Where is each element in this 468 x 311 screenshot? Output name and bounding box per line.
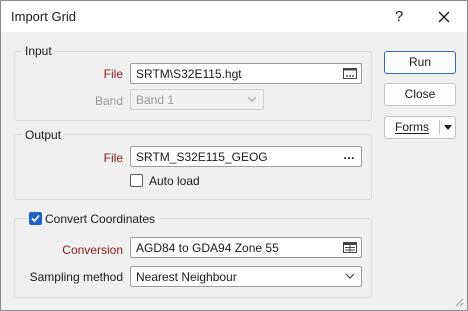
close-icon bbox=[438, 11, 450, 23]
band-value: Band 1 bbox=[136, 93, 175, 107]
sampling-method-value: Nearest Neighbour bbox=[136, 270, 237, 284]
conversion-value: AGD84 to GDA94 Zone 55 bbox=[136, 241, 279, 255]
checkmark-icon bbox=[31, 214, 40, 223]
conversion-field[interactable]: AGD84 to GDA94 Zone 55 bbox=[130, 237, 362, 258]
input-file-value: SRTM\S32E115.hgt bbox=[136, 67, 242, 81]
input-file-field[interactable]: SRTM\S32E115.hgt bbox=[130, 63, 362, 84]
input-legend: Input bbox=[22, 44, 55, 58]
input-file-label: File bbox=[103, 67, 123, 81]
run-button[interactable]: Run bbox=[384, 51, 456, 74]
output-legend: Output bbox=[22, 128, 65, 142]
title-bar: Import Grid ? bbox=[1, 1, 467, 32]
conversion-label: Conversion bbox=[62, 243, 123, 257]
import-grid-dialog: Import Grid ? Input File SRTM\S32E115.hg… bbox=[0, 0, 468, 311]
help-button[interactable]: ? bbox=[384, 4, 414, 30]
output-browse-button[interactable]: ... bbox=[343, 148, 355, 162]
convert-coordinates-checkbox[interactable] bbox=[29, 212, 42, 225]
input-group bbox=[14, 51, 372, 121]
output-file-label: File bbox=[103, 151, 123, 165]
sampling-method-select[interactable]: Nearest Neighbour bbox=[130, 266, 362, 287]
forms-label: Forms bbox=[395, 120, 429, 134]
browse-icon[interactable] bbox=[343, 67, 357, 80]
sampling-method-label: Sampling method bbox=[29, 270, 123, 284]
close-window-button[interactable] bbox=[429, 4, 459, 30]
window-title: Import Grid bbox=[11, 9, 77, 24]
chevron-down-icon bbox=[247, 96, 257, 102]
table-icon[interactable] bbox=[343, 241, 357, 254]
dropdown-arrow-icon[interactable] bbox=[443, 124, 453, 132]
output-file-value: SRTM_S32E115_GEOG bbox=[136, 150, 268, 164]
resize-grip-icon[interactable] bbox=[454, 297, 464, 307]
forms-button[interactable]: Forms bbox=[384, 116, 456, 139]
output-group bbox=[14, 134, 372, 200]
chevron-down-icon bbox=[345, 273, 355, 279]
auto-load-label: Auto load bbox=[149, 174, 200, 188]
auto-load-checkbox[interactable] bbox=[130, 174, 143, 187]
convert-coordinates-label: Convert Coordinates bbox=[42, 212, 159, 226]
output-file-field[interactable]: SRTM_S32E115_GEOG ... bbox=[130, 146, 362, 167]
band-select[interactable]: Band 1 bbox=[130, 89, 264, 110]
forms-divider bbox=[439, 120, 440, 135]
band-label: Band bbox=[94, 94, 123, 108]
close-button[interactable]: Close bbox=[384, 83, 456, 106]
